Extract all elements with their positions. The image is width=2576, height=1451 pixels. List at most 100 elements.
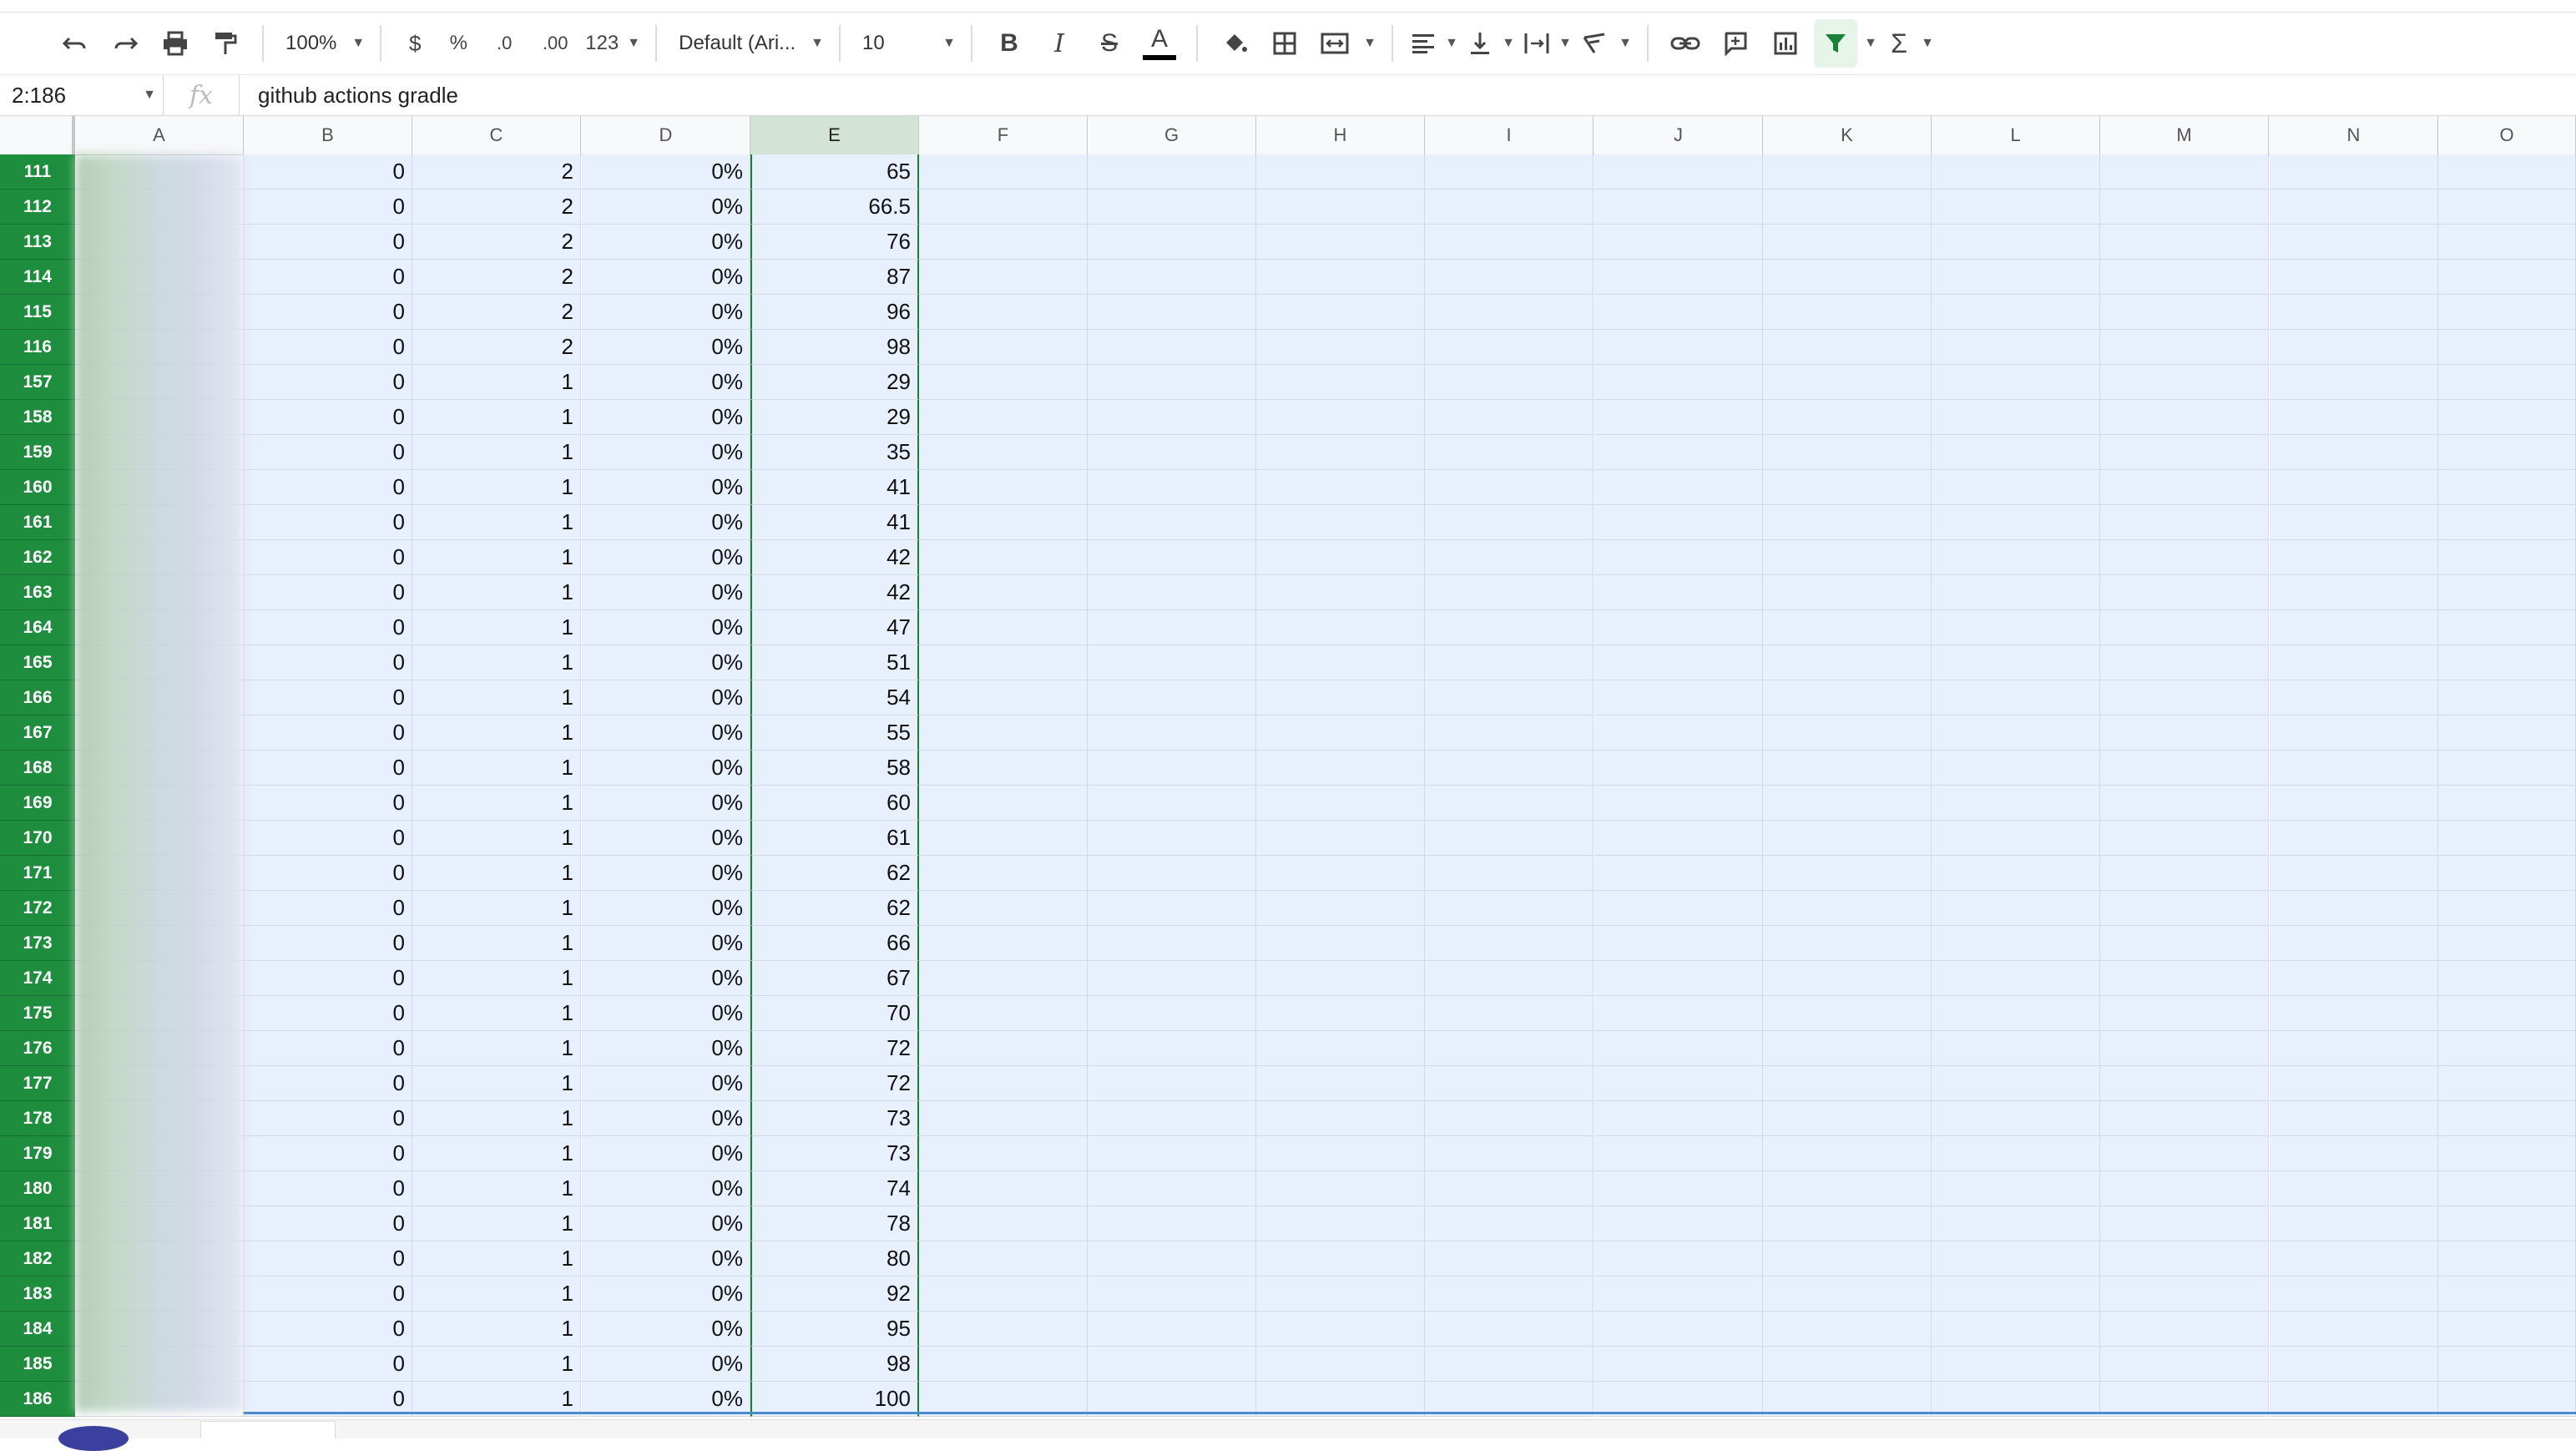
cell-b[interactable]: 0 (244, 1277, 412, 1312)
cell-m[interactable] (2100, 856, 2269, 891)
cell-m[interactable] (2100, 1312, 2269, 1347)
cell-o[interactable] (2438, 856, 2576, 891)
cell-f[interactable] (919, 821, 1088, 856)
cell-c[interactable]: 2 (412, 330, 581, 365)
cell-i[interactable] (1425, 645, 1594, 680)
cell-k[interactable] (1763, 645, 1932, 680)
borders-icon[interactable] (1263, 19, 1306, 68)
cell-i[interactable] (1425, 225, 1594, 260)
cell-c[interactable]: 1 (412, 1171, 581, 1206)
row-header[interactable]: 170 (0, 821, 75, 856)
cell-k[interactable] (1763, 190, 1932, 225)
cell-d[interactable]: 0% (582, 154, 750, 190)
cell-f[interactable] (919, 225, 1088, 260)
cell-f[interactable] (919, 891, 1088, 926)
cell-f[interactable] (919, 715, 1088, 751)
cell-k[interactable] (1763, 365, 1932, 400)
cell-j[interactable] (1594, 715, 1763, 751)
cell-b[interactable]: 0 (244, 435, 412, 470)
cell-d[interactable]: 0% (582, 190, 750, 225)
cell-d[interactable]: 0% (582, 751, 750, 786)
cell-o[interactable] (2438, 1206, 2576, 1241)
select-all-corner[interactable] (0, 116, 75, 154)
cell-j[interactable] (1594, 1171, 1763, 1206)
cell-b[interactable]: 0 (244, 715, 412, 751)
cell-m[interactable] (2100, 645, 2269, 680)
cell-f[interactable] (919, 470, 1088, 505)
cell-l[interactable] (1932, 1066, 2100, 1101)
cell-o[interactable] (2438, 715, 2576, 751)
row-header[interactable]: 175 (0, 996, 75, 1031)
cell-g[interactable] (1088, 295, 1256, 330)
cell-e[interactable]: 41 (750, 505, 919, 540)
cell-k[interactable] (1763, 330, 1932, 365)
cell-j[interactable] (1594, 1136, 1763, 1171)
cell-m[interactable] (2100, 295, 2269, 330)
cell-d[interactable]: 0% (582, 1136, 750, 1171)
cell-m[interactable] (2100, 821, 2269, 856)
cell-o[interactable] (2438, 435, 2576, 470)
cell-o[interactable] (2438, 1347, 2576, 1382)
sheet-tab[interactable] (200, 1421, 336, 1438)
cell-k[interactable] (1763, 786, 1932, 821)
cell-d[interactable]: 0% (582, 610, 750, 645)
insert-chart-icon[interactable] (1764, 19, 1807, 68)
cell-k[interactable] (1763, 1241, 1932, 1277)
chevron-down-icon[interactable]: ▼ (1615, 19, 1635, 68)
row-header[interactable]: 185 (0, 1347, 75, 1382)
cell-h[interactable] (1256, 680, 1425, 715)
cell-f[interactable] (919, 1241, 1088, 1277)
cell-h[interactable] (1256, 260, 1425, 295)
cell-d[interactable]: 0% (582, 260, 750, 295)
cell-g[interactable] (1088, 330, 1256, 365)
cell-j[interactable] (1594, 680, 1763, 715)
cell-j[interactable] (1594, 926, 1763, 961)
cell-k[interactable] (1763, 821, 1932, 856)
row-header[interactable]: 157 (0, 365, 75, 400)
cell-d[interactable]: 0% (582, 645, 750, 680)
cell-o[interactable] (2438, 225, 2576, 260)
cell-j[interactable] (1594, 856, 1763, 891)
row-header[interactable]: 186 (0, 1382, 75, 1417)
cell-c[interactable]: 1 (412, 821, 581, 856)
cell-i[interactable] (1425, 610, 1594, 645)
cell-g[interactable] (1088, 260, 1256, 295)
column-header-o[interactable]: O (2438, 116, 2576, 154)
cell-j[interactable] (1594, 260, 1763, 295)
cell-h[interactable] (1256, 1171, 1425, 1206)
italic-icon[interactable]: I (1038, 19, 1081, 68)
cell-m[interactable] (2100, 1241, 2269, 1277)
cell-i[interactable] (1425, 751, 1594, 786)
cell-i[interactable] (1425, 470, 1594, 505)
row-header[interactable]: 180 (0, 1171, 75, 1206)
cell-e[interactable]: 92 (750, 1277, 919, 1312)
cell-c[interactable]: 1 (412, 715, 581, 751)
cell-b[interactable]: 0 (244, 154, 412, 190)
currency-format-button[interactable]: $ (397, 19, 433, 68)
cell-o[interactable] (2438, 1312, 2576, 1347)
cell-o[interactable] (2438, 1241, 2576, 1277)
cell-f[interactable] (919, 1066, 1088, 1101)
cell-k[interactable] (1763, 435, 1932, 470)
cell-e[interactable]: 76 (750, 225, 919, 260)
cell-d[interactable]: 0% (582, 1347, 750, 1382)
name-box[interactable]: 2:186 ▼ (0, 75, 164, 115)
chevron-down-icon[interactable]: ▼ (1555, 19, 1575, 68)
cell-h[interactable] (1256, 190, 1425, 225)
cell-g[interactable] (1088, 1101, 1256, 1136)
cell-h[interactable] (1256, 961, 1425, 996)
cell-d[interactable]: 0% (582, 470, 750, 505)
cell-b[interactable]: 0 (244, 400, 412, 435)
cell-i[interactable] (1425, 1241, 1594, 1277)
cell-j[interactable] (1594, 786, 1763, 821)
cell-d[interactable]: 0% (582, 225, 750, 260)
cell-m[interactable] (2100, 540, 2269, 575)
cell-j[interactable] (1594, 295, 1763, 330)
cell-l[interactable] (1932, 610, 2100, 645)
cell-h[interactable] (1256, 1101, 1425, 1136)
cell-j[interactable] (1594, 435, 1763, 470)
text-rotate-icon[interactable] (1578, 19, 1612, 68)
more-formats-button[interactable]: 123 ▼ (585, 19, 640, 68)
cell-b[interactable]: 0 (244, 821, 412, 856)
cell-f[interactable] (919, 645, 1088, 680)
